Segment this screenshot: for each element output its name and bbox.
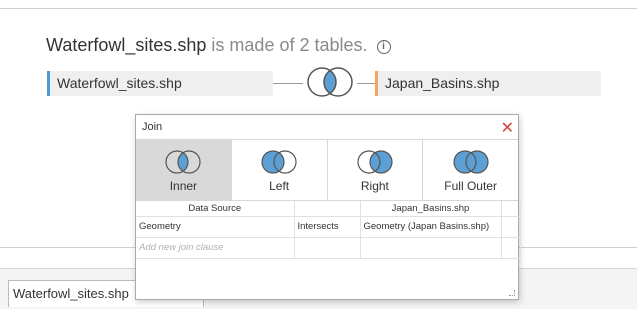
add-join-clause[interactable]: Add new join clause: [136, 237, 295, 259]
left-field-cell[interactable]: Geometry: [136, 216, 295, 238]
table-row[interactable]: Geometry Intersects Geometry (Japan Basi…: [136, 216, 521, 238]
join-type-full-outer[interactable]: Full Outer: [423, 140, 518, 200]
close-icon[interactable]: ✕: [501, 116, 514, 141]
title-rest: is made of 2 tables.: [211, 35, 368, 55]
connector-right: [357, 83, 375, 84]
join-dialog: Join ✕ Inner Left Right Full Outer Data …: [135, 114, 521, 300]
join-type-label: Right: [360, 179, 389, 193]
dialog-header: Join ✕: [136, 115, 518, 140]
connector-left: [273, 83, 303, 84]
column-header-spacer: [501, 201, 521, 217]
page-title: Waterfowl_sites.shp is made of 2 tables.…: [46, 35, 391, 56]
column-header: Data Source: [136, 201, 295, 217]
table-header-row: Data Source Japan_Basins.shp: [136, 201, 521, 217]
join-venn-icon[interactable]: [303, 65, 357, 99]
join-type-right[interactable]: Right: [328, 140, 424, 200]
join-type-label: Inner: [169, 179, 198, 193]
dialog-title: Join: [142, 121, 163, 133]
empty-cell: [294, 237, 361, 259]
full-outer-join-icon: [453, 150, 489, 174]
row-spacer: [501, 216, 521, 238]
resize-grip-icon[interactable]: [509, 290, 515, 296]
column-header: Japan_Basins.shp: [360, 201, 502, 217]
right-field-cell[interactable]: Geometry (Japan Basins.shp): [360, 216, 502, 238]
join-type-label: Full Outer: [444, 179, 497, 193]
right-table-pill[interactable]: Japan_Basins.shp: [375, 71, 601, 96]
row-spacer: [501, 237, 521, 259]
join-type-inner[interactable]: Inner: [136, 140, 232, 200]
column-header: [294, 201, 361, 217]
left-join-icon: [261, 150, 297, 174]
info-icon[interactable]: i: [376, 40, 391, 54]
top-border: [0, 8, 637, 9]
join-clause-table: Data Source Japan_Basins.shp Geometry In…: [136, 201, 521, 259]
operator-cell[interactable]: Intersects: [294, 216, 361, 238]
join-type-left[interactable]: Left: [232, 140, 328, 200]
add-clause-row[interactable]: Add new join clause: [136, 237, 521, 259]
title-main: Waterfowl_sites.shp: [46, 35, 207, 55]
empty-cell: [360, 237, 502, 259]
join-type-selector: Inner Left Right Full Outer: [136, 140, 518, 201]
right-join-icon: [357, 150, 393, 174]
join-type-label: Left: [269, 179, 290, 193]
inner-join-icon: [165, 150, 201, 174]
left-table-pill[interactable]: Waterfowl_sites.shp: [47, 71, 273, 96]
